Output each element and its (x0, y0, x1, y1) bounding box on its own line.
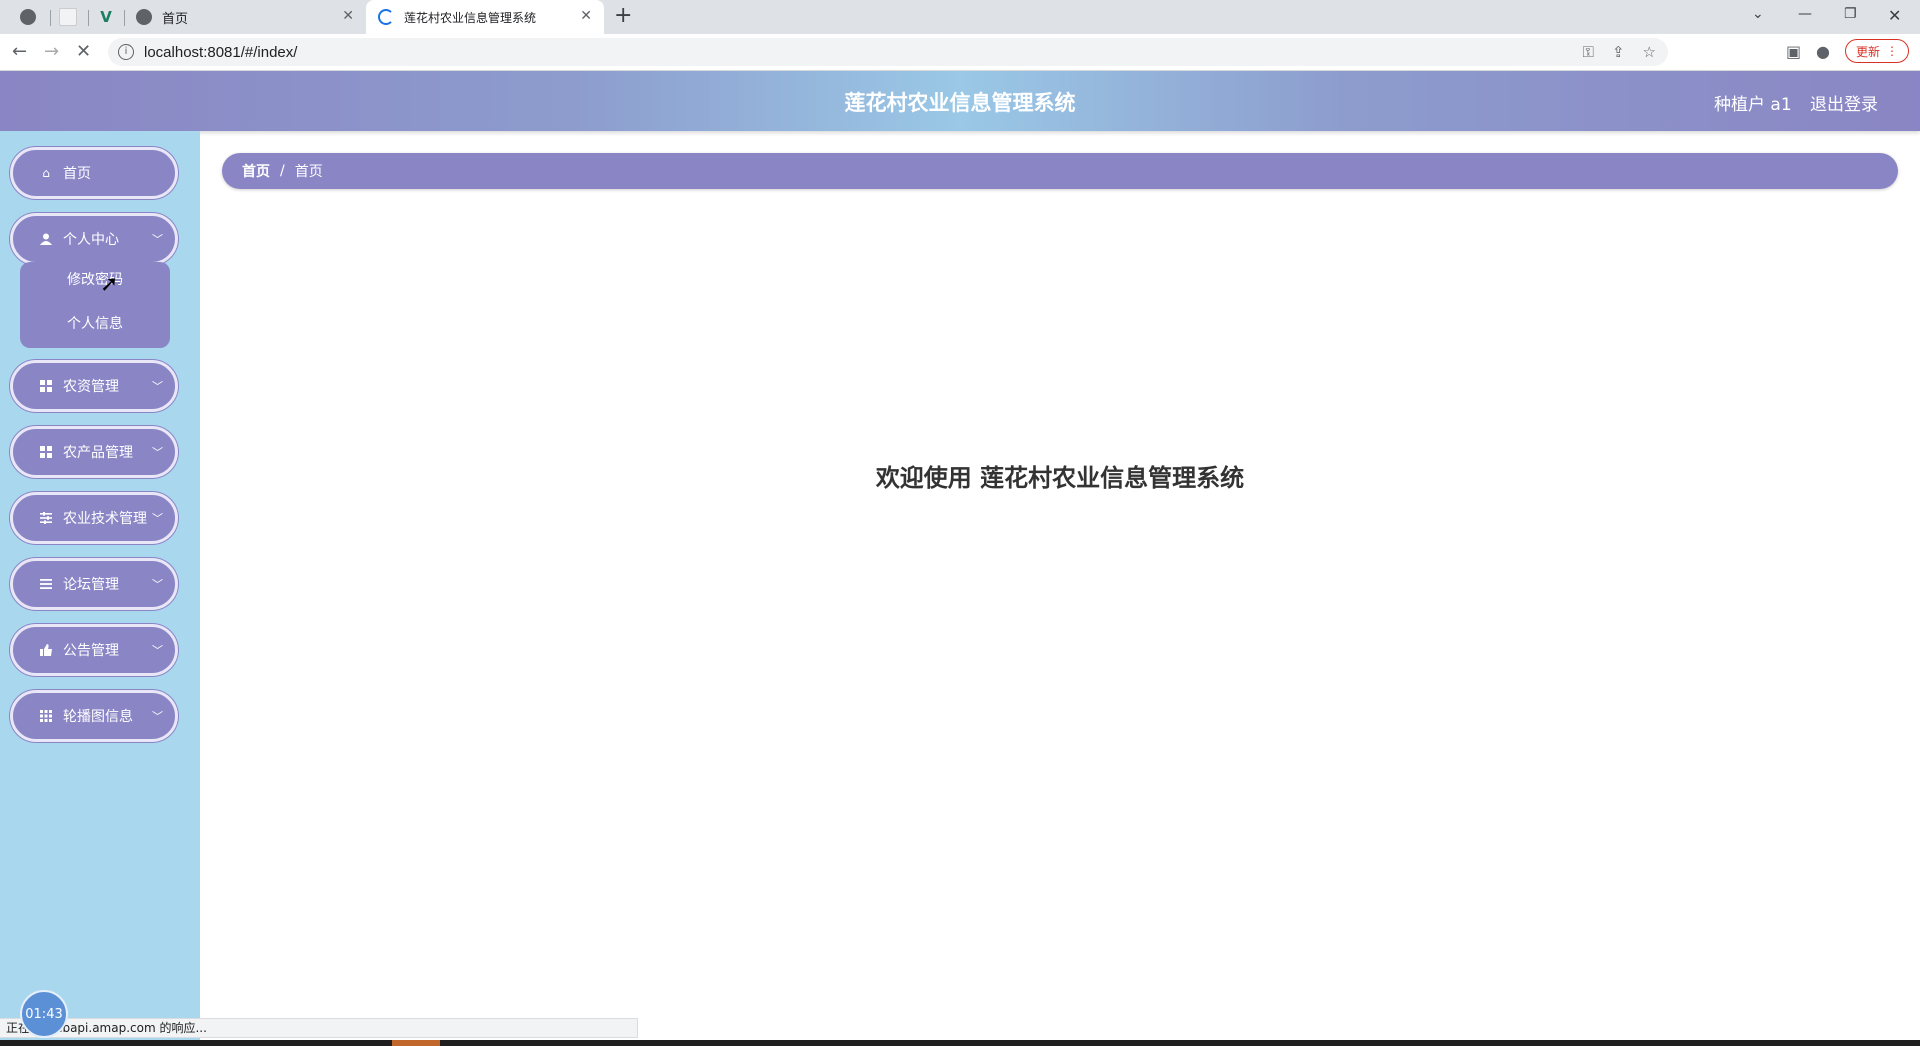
sidebar-item-farm-products[interactable]: 农产品管理 ﹀ (10, 426, 178, 478)
chevron-down-icon: ﹀ (152, 578, 163, 591)
clock-widget[interactable]: 01:43 (20, 990, 68, 1038)
sidebar-item-personal-center[interactable]: 个人中心 ﹀ (10, 213, 178, 265)
info-icon[interactable]: i (118, 44, 134, 60)
profile-icon[interactable]: ● (1816, 42, 1830, 61)
sidebar-item-label: 个人中心 (63, 232, 119, 248)
grid-icon (39, 445, 53, 459)
sidebar-item-carousel[interactable]: 轮播图信息 ﹀ (10, 690, 178, 742)
key-icon[interactable]: ⚿ (1583, 43, 1594, 61)
sidebar-item-announcements[interactable]: 公告管理 ﹀ (10, 624, 178, 676)
restore-button[interactable]: ❐ (1844, 6, 1857, 22)
tab-search-icon[interactable]: ⌄ (1752, 6, 1764, 22)
breadcrumb-separator: / (280, 163, 285, 179)
sidebar-item-label: 首页 (63, 166, 91, 182)
app-header: 莲花村农业信息管理系统 种植户 a1 退出登录 (0, 71, 1920, 131)
breadcrumb: 首页 / 首页 (222, 153, 1898, 189)
sidebar-item-farm-supplies[interactable]: 农资管理 ﹀ (10, 360, 178, 412)
browser-tab-strip: V 首页 ✕ 莲花村农业信息管理系统 ✕ + ⌄ — ❐ ✕ (0, 0, 1920, 34)
chevron-down-icon: ﹀ (152, 380, 163, 393)
tab-pinned-3[interactable]: V (86, 0, 126, 34)
submenu-item-change-password[interactable]: 修改密码 (20, 262, 170, 298)
address-toolbar: ← → ✕ i localhost:8081/#/index/ ⚿ ⇪ ☆ ▣ … (0, 34, 1920, 71)
tab-pinned-1[interactable] (8, 0, 48, 34)
app-title: 莲花村农业信息管理系统 (844, 91, 1076, 115)
user-icon (39, 232, 53, 246)
back-button[interactable]: ← (12, 41, 27, 62)
chevron-down-icon: ﹀ (152, 233, 163, 246)
logout-button[interactable]: 退出登录 (1810, 90, 1878, 115)
vue-icon: V (100, 8, 112, 26)
sidebar-item-label: 论坛管理 (63, 577, 119, 593)
tab-pinned-2[interactable] (48, 0, 88, 34)
minimize-button[interactable]: — (1798, 6, 1812, 22)
chevron-down-icon: ﹀ (152, 644, 163, 657)
loading-icon (378, 9, 394, 25)
submenu-item-personal-info[interactable]: 个人信息 (20, 306, 170, 342)
grid-icon (39, 379, 53, 393)
thumbs-up-icon (39, 643, 53, 657)
globe-icon (20, 9, 36, 25)
star-icon[interactable]: ☆ (1643, 43, 1656, 61)
sidebar-item-forum[interactable]: 论坛管理 ﹀ (10, 558, 178, 610)
sidebar-item-label: 农资管理 (63, 379, 119, 395)
welcome-heading: 欢迎使用 莲花村农业信息管理系统 (875, 464, 1245, 492)
sidebar-item-home[interactable]: ⌂ 首页 (10, 147, 178, 199)
breadcrumb-item-home[interactable]: 首页 (242, 161, 270, 181)
update-button[interactable]: 更新 ⋮ (1845, 39, 1909, 63)
new-tab-button[interactable]: + (614, 3, 632, 28)
tab-label: 首页 (162, 11, 189, 27)
home-icon: ⌂ (42, 166, 50, 180)
sidebar-item-label: 公告管理 (63, 643, 119, 659)
chevron-down-icon: ﹀ (152, 710, 163, 723)
close-window-button[interactable]: ✕ (1888, 6, 1901, 25)
current-user: 种植户 a1 (1714, 95, 1792, 115)
tab-home[interactable]: 首页 ✕ (126, 0, 366, 34)
submenu-personal-center: 修改密码 个人信息 (20, 262, 170, 348)
more-icon: ⋮ (1886, 44, 1898, 58)
address-bar[interactable]: i localhost:8081/#/index/ ⚿ ⇪ ☆ (108, 38, 1668, 66)
chevron-down-icon: ﹀ (152, 512, 163, 525)
apps-icon (39, 709, 53, 723)
sidebar-item-label: 轮播图信息 (63, 709, 133, 725)
globe-icon (136, 9, 152, 25)
share-icon[interactable]: ⇪ (1612, 43, 1625, 61)
close-icon[interactable]: ✕ (580, 8, 592, 24)
mouse-cursor-icon: ➚ (100, 272, 119, 297)
list-icon (39, 577, 53, 591)
sidebar-item-label: 农产品管理 (63, 445, 133, 461)
url-text: localhost:8081/#/index/ (144, 43, 298, 61)
sidebar-item-agri-tech[interactable]: 农业技术管理 ﹀ (10, 492, 178, 544)
tab-active[interactable]: 莲花村农业信息管理系统 ✕ (366, 0, 604, 34)
browser-status-bar: 正在... webapi.amap.com 的响应... (0, 1018, 638, 1038)
sidebar-item-label: 农业技术管理 (63, 511, 147, 527)
breadcrumb-item-current: 首页 (294, 164, 323, 180)
close-icon[interactable]: ✕ (342, 8, 354, 24)
stop-loading-button[interactable]: ✕ (76, 41, 91, 62)
side-panel-icon[interactable]: ▣ (1786, 42, 1801, 61)
chevron-down-icon: ﹀ (152, 446, 163, 459)
tab-label: 莲花村农业信息管理系统 (404, 10, 537, 25)
page-icon (59, 8, 77, 26)
sliders-icon (39, 511, 53, 525)
forward-button[interactable]: → (44, 41, 59, 62)
os-taskbar (0, 1040, 1920, 1046)
